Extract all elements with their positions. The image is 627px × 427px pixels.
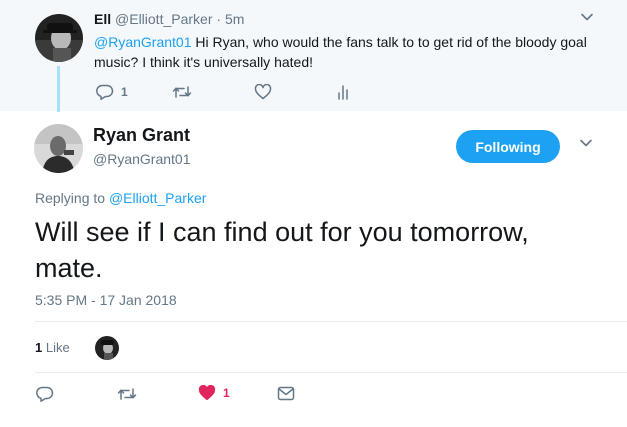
like-icon [254,84,272,100]
parent-timestamp[interactable]: 5m [225,11,244,27]
divider [35,321,627,322]
retweet-button[interactable] [117,387,137,401]
like-count: 1 [223,386,230,400]
direct-message-button[interactable] [277,386,295,401]
message-icon [277,386,295,401]
liker-avatar[interactable] [95,336,119,360]
divider [35,372,627,373]
replying-to-link[interactable]: @Elliott_Parker [109,190,206,206]
thread-connector [57,66,60,112]
retweet-button[interactable] [172,85,192,99]
parent-tweet-text: @RyanGrant01 Hi Ryan, who would the fans… [94,32,594,72]
main-author-name[interactable]: Ryan Grant [93,125,190,146]
replying-to: Replying to @Elliott_Parker [35,190,206,206]
like-button[interactable] [254,84,272,100]
reply-button[interactable]: 1 [96,84,128,100]
mention-link[interactable]: @RyanGrant01 [94,34,191,50]
parent-author-name[interactable]: Ell [94,11,111,27]
parent-author-handle[interactable]: @Elliott_Parker [115,11,212,27]
tweet-timestamp[interactable]: 5:35 PM - 17 Jan 2018 [35,292,177,308]
chevron-down-icon[interactable] [580,10,594,27]
like-button[interactable]: 1 [198,385,230,401]
likes-summary[interactable]: 1 Like [35,340,70,355]
analytics-icon [336,84,350,100]
retweet-icon [117,387,137,401]
retweet-icon [172,85,192,99]
main-tweet-text: Will see if I can find out for you tomor… [35,217,529,283]
reply-count: 1 [121,85,128,99]
likes-label: Like [42,340,70,355]
reply-icon [96,84,114,100]
heart-filled-icon [198,385,216,401]
parent-avatar[interactable] [35,14,83,62]
analytics-button[interactable] [336,84,350,100]
reply-icon [36,386,54,402]
separator-dot: · [216,11,222,27]
main-avatar[interactable] [34,124,83,173]
main-author-handle[interactable]: @RyanGrant01 [93,151,190,167]
chevron-down-icon[interactable] [579,136,593,153]
replying-prefix: Replying to [35,190,109,206]
following-button[interactable]: Following [456,130,560,163]
reply-button[interactable] [36,386,54,402]
parent-tweet-header: Ell @Elliott_Parker · 5m [94,11,244,27]
